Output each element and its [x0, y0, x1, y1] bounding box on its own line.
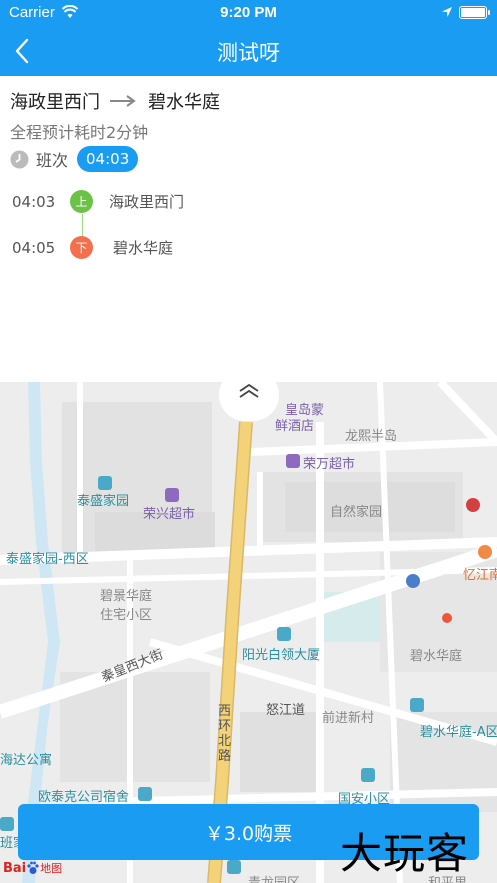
clock-time: 9:20 PM [220, 4, 277, 21]
map-label-area: 泰盛家园 [77, 494, 130, 509]
stop-name: 海政里西门 [109, 193, 185, 211]
baidu-text: Bai [3, 860, 27, 876]
shift-time-badge[interactable]: 04:03 [77, 146, 139, 172]
residence-icon [98, 476, 112, 490]
shopping-icon [286, 454, 300, 468]
residence-icon [410, 698, 424, 712]
baidu-map-logo: Bai 地图 [3, 860, 62, 876]
shift-label: 班次 [36, 151, 69, 170]
stop-time: 04:05 [12, 238, 56, 257]
double-chevron-up-icon [239, 383, 259, 398]
map-label-area: 自然家园 [330, 505, 383, 520]
map-label-road: 怒江道 [266, 703, 306, 718]
map-label-road: 西环北路 [218, 704, 232, 764]
trip-duration: 全程预计耗时2分钟 [10, 123, 149, 142]
residence-icon [0, 817, 14, 831]
map-label-poi: 忆江南 [463, 568, 497, 583]
board-badge: 上 [70, 190, 93, 213]
status-bar: Carrier 9:20 PM [0, 0, 497, 26]
building-icon [277, 627, 291, 641]
map-label-area: 龙熙半岛 [345, 429, 398, 444]
route-destination: 碧水华庭 [148, 92, 220, 113]
map-label-area: 海达公寓 [0, 753, 53, 768]
page-title: 测试呀 [217, 41, 280, 65]
shift-row: 班次 04:03 [10, 146, 139, 172]
watermark-text: 大玩客 [340, 829, 470, 878]
alight-badge: 下 [70, 236, 93, 259]
map-label-poi: 荣兴超市 [143, 507, 196, 522]
shopping-icon [165, 488, 179, 502]
map-label-area: 欧泰克公司宿舍 [38, 790, 130, 805]
clock-icon [10, 150, 29, 168]
map-label-area: 住宅小区 [100, 608, 153, 623]
restaurant-icon [478, 545, 492, 559]
map-label-area: 碧水华庭 [410, 649, 463, 664]
route-header: 海政里西门 碧水华庭 [10, 88, 220, 114]
map-label-area: 碧景华庭 [100, 589, 153, 604]
right-arrow-icon [110, 95, 136, 107]
collapse-panel-button[interactable] [219, 369, 279, 421]
route-origin: 海政里西门 [10, 92, 100, 113]
location-arrow-icon [442, 7, 452, 17]
stop-row-alight: 04:05 下 碧水华庭 [12, 236, 173, 259]
metro-icon [466, 498, 480, 512]
stop-connector-line [82, 214, 83, 237]
map-label-area: 前进新村 [322, 711, 375, 726]
stop-row-board: 04:03 上 海政里西门 [12, 190, 184, 213]
stop-time: 04:03 [12, 192, 56, 211]
map-label-poi: 阳光白领大厦 [242, 648, 321, 663]
baidu-paw-icon [27, 861, 39, 874]
map-label-poi: 鲜酒店 [275, 419, 315, 434]
battery-icon [459, 6, 490, 19]
stop-name: 碧水华庭 [113, 239, 174, 257]
baidu-map-word: 地图 [40, 862, 63, 875]
residence-icon [138, 787, 152, 801]
residence-icon [227, 860, 241, 874]
map-label-area: 青龙园区 [248, 872, 300, 883]
nav-bar: 测试呀 [0, 26, 497, 76]
map-label-area: 碧水华庭-A区 [420, 725, 497, 740]
subway-icon [406, 574, 420, 588]
residence-icon [361, 768, 375, 782]
map-label-poi: 荣万超市 [303, 457, 356, 472]
map-label-area: 泰盛家园-西区 [6, 552, 89, 567]
